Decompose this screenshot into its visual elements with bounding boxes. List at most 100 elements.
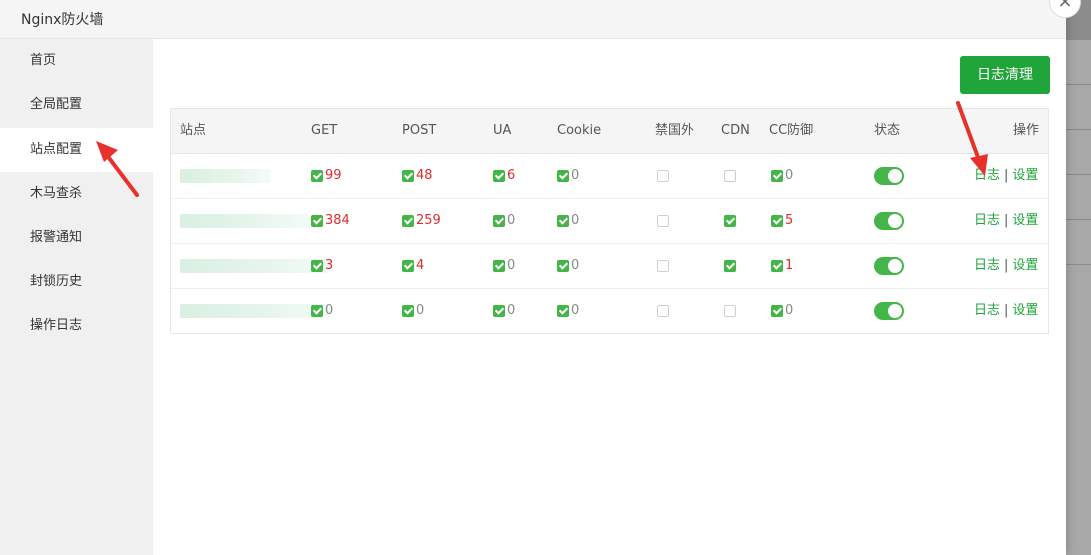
cell-ua: 0 — [493, 289, 515, 333]
checkbox-checked-icon[interactable] — [724, 259, 736, 272]
cell-block-foreign[interactable] — [657, 289, 671, 333]
cell-cdn[interactable] — [724, 154, 738, 198]
checkbox-checked-icon[interactable] — [493, 260, 505, 272]
cell-ua-count: 0 — [507, 303, 516, 318]
sidebar-item-global-config[interactable]: 全局配置 — [0, 83, 153, 127]
checkbox-checked-icon[interactable] — [311, 170, 323, 182]
cell-post: 48 — [402, 154, 433, 198]
sidebar-item-home[interactable]: 首页 — [0, 39, 153, 83]
row-actions: 日志 | 设置 — [974, 199, 1038, 243]
log-link[interactable]: 日志 — [974, 213, 1000, 228]
cell-post-count: 0 — [416, 303, 425, 318]
cell-cookie: 0 — [557, 154, 579, 198]
checkbox-checked-icon[interactable] — [771, 170, 783, 182]
header-block-foreign: 禁国外 — [655, 123, 695, 138]
cell-cc-defense: 0 — [771, 154, 793, 198]
checkbox-checked-icon[interactable] — [771, 305, 783, 317]
cell-cookie-count: 0 — [571, 213, 580, 228]
checkbox-checked-icon[interactable] — [311, 305, 323, 317]
cell-cc-defense: 0 — [771, 289, 793, 333]
sidebar-item-block-history[interactable]: 封锁历史 — [0, 260, 153, 304]
cell-cdn[interactable] — [724, 289, 738, 333]
status-toggle[interactable] — [874, 302, 904, 320]
settings-link[interactable]: 设置 — [1012, 258, 1038, 273]
cell-ua-count: 0 — [507, 213, 516, 228]
cell-get-count: 99 — [325, 168, 342, 183]
dialog-title: Nginx防火墙 — [21, 12, 104, 28]
checkbox-checked-icon[interactable] — [557, 170, 569, 182]
sidebar-item-operation-log[interactable]: 操作日志 — [0, 304, 153, 348]
checkbox-unchecked-icon[interactable] — [724, 169, 736, 182]
annotation-arrow-sidebar — [96, 141, 139, 197]
settings-link[interactable]: 设置 — [1012, 213, 1038, 228]
checkbox-checked-icon[interactable] — [493, 215, 505, 227]
checkbox-checked-icon[interactable] — [402, 305, 414, 317]
cell-block-foreign[interactable] — [657, 199, 671, 243]
cell-get-count: 384 — [325, 213, 350, 228]
checkbox-unchecked-icon[interactable] — [657, 169, 669, 182]
status-toggle[interactable] — [874, 257, 904, 275]
cell-get-count: 3 — [325, 258, 334, 273]
cell-cdn[interactable] — [724, 244, 738, 288]
cell-cc-defense-count: 5 — [785, 213, 794, 228]
checkbox-unchecked-icon[interactable] — [657, 259, 669, 272]
checkbox-checked-icon[interactable] — [311, 215, 323, 227]
checkbox-checked-icon[interactable] — [557, 305, 569, 317]
log-link[interactable]: 日志 — [974, 258, 1000, 273]
checkbox-unchecked-icon[interactable] — [657, 214, 669, 227]
row-actions: 日志 | 设置 — [974, 289, 1038, 333]
header-actions: 操作 — [1013, 123, 1040, 138]
checkbox-checked-icon[interactable] — [557, 260, 569, 272]
site-name-redacted[interactable] — [180, 214, 310, 228]
checkbox-checked-icon[interactable] — [493, 305, 505, 317]
status-toggle[interactable] — [874, 167, 904, 185]
cell-cookie-count: 0 — [571, 303, 580, 318]
cell-post: 259 — [402, 199, 441, 243]
cell-get: 99 — [311, 154, 342, 198]
sidebar-item-label: 操作日志 — [30, 318, 83, 333]
clear-log-button[interactable]: 日志清理 — [960, 56, 1050, 94]
site-name-redacted[interactable] — [180, 169, 270, 183]
cell-get: 0 — [311, 289, 333, 333]
cell-cdn[interactable] — [724, 199, 738, 243]
table-header: 站点 GET POST UA Cookie 禁国外 CDN CC防御 状态 操作 — [171, 109, 1048, 154]
table-body: 99 48 6 0 0 日志 | 设置 384 259 0 0 5 日志 | 设置 3 4 0 0 1 日志 | 设置 0 0 0 0… — [171, 154, 1048, 333]
cell-block-foreign[interactable] — [657, 244, 671, 288]
checkbox-unchecked-icon[interactable] — [657, 304, 669, 317]
settings-link[interactable]: 设置 — [1012, 303, 1038, 318]
sidebar-item-label: 木马查杀 — [30, 186, 83, 201]
cell-post-count: 4 — [416, 258, 425, 273]
cell-block-foreign[interactable] — [657, 154, 671, 198]
sidebar-item-label: 封锁历史 — [30, 274, 83, 289]
status-toggle[interactable] — [874, 212, 904, 230]
action-separator: | — [1004, 168, 1009, 183]
sidebar: 首页 全局配置 站点配置 木马查杀 报警通知 封锁历史 操作日志 — [0, 39, 153, 555]
dialog-header: Nginx防火墙 — [0, 0, 1066, 39]
log-link[interactable]: 日志 — [974, 303, 1000, 318]
checkbox-checked-icon[interactable] — [493, 170, 505, 182]
cell-post: 4 — [402, 244, 424, 288]
sidebar-item-label: 站点配置 — [30, 142, 83, 157]
checkbox-checked-icon[interactable] — [402, 260, 414, 272]
site-name-redacted[interactable] — [180, 304, 330, 318]
site-name-redacted[interactable] — [180, 259, 330, 273]
table-row: 3 4 0 0 1 日志 | 设置 — [171, 244, 1048, 289]
checkbox-checked-icon[interactable] — [311, 260, 323, 272]
background-right-strip — [1066, 40, 1091, 555]
checkbox-checked-icon[interactable] — [402, 215, 414, 227]
header-cookie: Cookie — [557, 123, 602, 138]
checkbox-checked-icon[interactable] — [771, 260, 783, 272]
header-ua: UA — [493, 123, 512, 138]
cell-ua: 6 — [493, 154, 515, 198]
cell-ua-count: 0 — [507, 258, 516, 273]
checkbox-checked-icon[interactable] — [557, 215, 569, 227]
checkbox-checked-icon[interactable] — [771, 215, 783, 227]
cell-post: 0 — [402, 289, 424, 333]
checkbox-unchecked-icon[interactable] — [724, 304, 736, 317]
annotation-arrow-log-link — [956, 101, 988, 176]
settings-link[interactable]: 设置 — [1012, 168, 1038, 183]
checkbox-checked-icon[interactable] — [724, 214, 736, 227]
checkbox-checked-icon[interactable] — [402, 170, 414, 182]
action-separator: | — [1004, 303, 1009, 318]
sidebar-item-alert-notify[interactable]: 报警通知 — [0, 216, 153, 260]
